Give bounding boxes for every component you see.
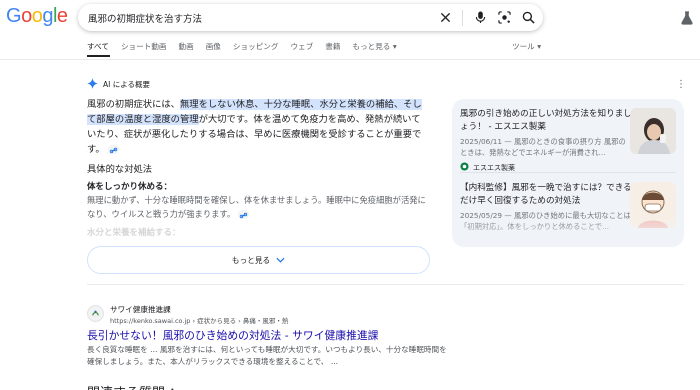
item-text: 無理に動かず、十分な睡眠時間を確保し、体を休ませましょう。睡眠中に免疫細胞が活発… <box>87 193 427 221</box>
search-icon[interactable] <box>521 11 535 25</box>
citation-link-icon[interactable] <box>107 145 119 154</box>
tab-videos[interactable]: 動画 <box>179 41 194 52</box>
tab-short-videos[interactable]: ショート動画 <box>121 41 167 52</box>
sparkle-icon <box>87 78 98 91</box>
ai-sources-panel: 風邪の引き始めの正しい対処方法を知りましょう！ - エスエス製薬 2025/06… <box>452 99 684 247</box>
flask-icon[interactable] <box>680 10 694 25</box>
item-text-body: 無理に動かず、十分な睡眠時間を確保し、体を休ませましょう。睡眠中に免疫細胞が活発… <box>87 195 426 219</box>
site-favicon-icon[interactable] <box>87 305 104 322</box>
logo-letter: G <box>6 5 22 27</box>
ai-overview-label: AI による概要 <box>103 80 151 89</box>
tabs-divider <box>0 59 700 60</box>
ai-overview-header: AI による概要 <box>87 78 150 91</box>
logo-letter: g <box>42 5 53 27</box>
item-title-faded: 水分と栄養を補給する： <box>87 228 181 238</box>
tab-books[interactable]: 書籍 <box>325 41 340 52</box>
source-snippet: 2025/06/11 — 風邪のときの食事の摂り方 風邪のときは、発熱などでエネ… <box>460 137 626 157</box>
tools-label: ツール <box>512 42 535 51</box>
mic-icon[interactable] <box>473 11 487 25</box>
summary-lead: 風邪の初期症状には、 <box>87 99 180 110</box>
tab-web[interactable]: ウェブ <box>290 41 313 52</box>
google-logo[interactable]: Google <box>6 5 68 28</box>
source-thumbnail[interactable] <box>630 108 676 154</box>
tab-all[interactable]: すべて <box>87 41 109 52</box>
logo-letter: o <box>31 5 43 27</box>
source-title: 【内科監修】風邪を一晩で治すには？できるだけ早く回復するための対処法 <box>460 183 632 206</box>
citation-link-icon[interactable] <box>237 210 249 219</box>
tools-button[interactable]: ツール ▾ <box>512 41 541 52</box>
search-divider <box>462 9 463 26</box>
source-title: 風邪の引き始めの正しい対処方法を知りましょう！ - エスエス製薬 <box>460 109 632 132</box>
result-snippet: 長く良質な睡眠を ... 風邪を治すには、何といっても睡眠が大切です。いつもより… <box>87 345 447 366</box>
related-questions-heading: 関連する質問 ： <box>87 382 182 390</box>
close-icon[interactable] <box>438 11 452 25</box>
caret-down-icon: ▾ <box>392 42 397 51</box>
section-divider <box>87 284 684 285</box>
logo-letter: e <box>56 5 68 27</box>
result-site-name: サワイ健康推進課 <box>110 305 171 314</box>
result-title-link[interactable]: 長引かせない！風邪のひき始めの対処法 - サワイ健康推進課 <box>87 327 378 343</box>
active-tab-indicator <box>87 55 110 57</box>
result-url[interactable]: https://kenko.sawai.co.jp › 症状から見る › 鼻痛・… <box>110 315 288 325</box>
logo-letter: o <box>21 5 32 27</box>
source-site-name: エスエス製薬 <box>473 163 515 172</box>
section-heading: 具体的な対処法 <box>87 164 153 175</box>
lens-icon[interactable] <box>497 11 511 25</box>
tab-shopping[interactable]: ショッピング <box>233 41 279 52</box>
search-bar <box>78 4 543 31</box>
panel-fade <box>452 217 684 247</box>
tab-more[interactable]: もっと見る ▾ <box>352 41 396 52</box>
card-divider <box>460 172 676 173</box>
show-more-button[interactable]: もっと見る <box>87 246 430 274</box>
more-options-icon[interactable]: ⋮ <box>676 79 686 90</box>
caret-down-icon: ▾ <box>537 42 542 51</box>
ai-overview-summary: 風邪の初期症状には、無理をしない休息、十分な睡眠、水分と栄養の補給、そして部屋の… <box>87 97 427 157</box>
show-more-label: もっと見る <box>231 255 271 265</box>
source-card[interactable]: 風邪の引き始めの正しい対処方法を知りましょう！ - エスエス製薬 2025/06… <box>460 108 632 173</box>
tab-more-label: もっと見る <box>352 42 391 51</box>
search-tabs: すべて ショート動画 動画 画像 ショッピング ウェブ 書籍 もっと見る ▾ <box>87 41 397 52</box>
chevron-down-icon <box>276 256 285 265</box>
tab-images[interactable]: 画像 <box>206 41 221 52</box>
item-title: 体をしっかり休める： <box>87 182 173 192</box>
search-input[interactable] <box>88 12 428 23</box>
search-bar-actions <box>438 4 535 31</box>
